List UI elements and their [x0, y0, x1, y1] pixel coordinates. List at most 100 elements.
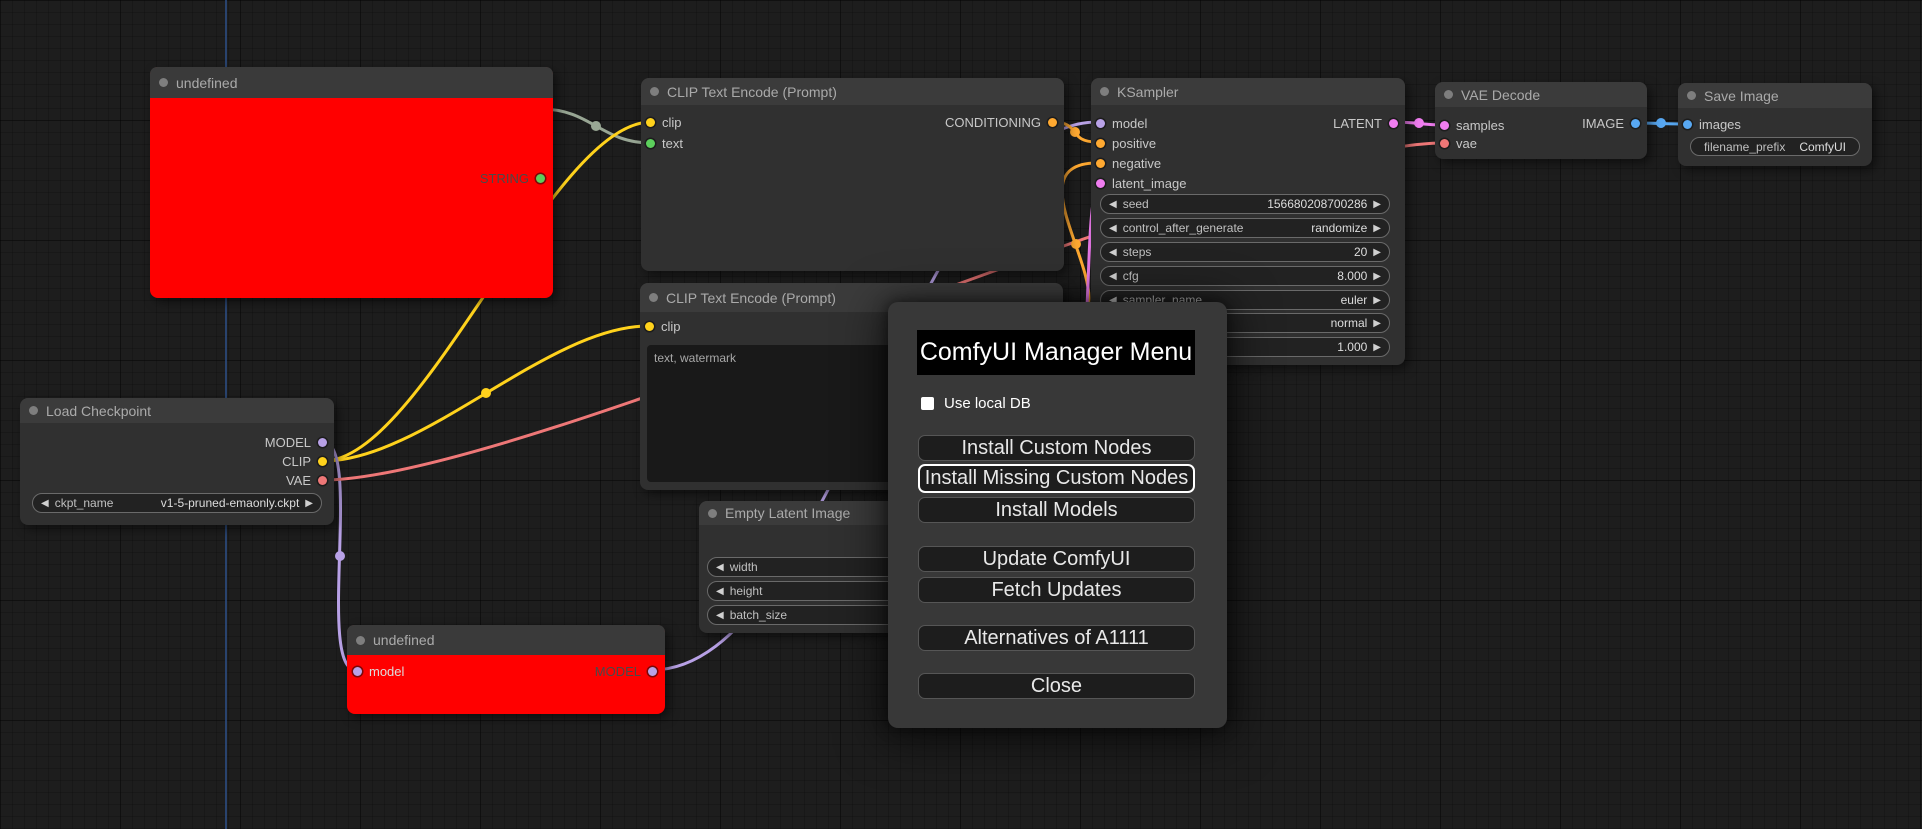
node-clip-text-encode-1[interactable]: CLIP Text Encode (Prompt) clip text COND… [641, 78, 1064, 271]
input-slot-model[interactable]: model [353, 662, 404, 680]
slot-dot-image[interactable] [1631, 118, 1640, 128]
output-slot-model[interactable]: MODEL [595, 662, 657, 680]
input-slot-text[interactable]: text [646, 134, 683, 152]
node-title-bar[interactable]: undefined [150, 67, 553, 98]
output-slot-image[interactable]: IMAGE [1582, 114, 1640, 132]
node-load-checkpoint[interactable]: Load Checkpoint MODEL CLIP VAE ◀ ckpt_na… [20, 398, 334, 525]
slot-dot-clip[interactable] [645, 321, 654, 331]
widget-value[interactable]: v1-5-pruned-emaonly.ckpt [161, 496, 300, 510]
decrement-arrow-icon[interactable]: ◀ [41, 498, 49, 509]
increment-arrow-icon[interactable]: ▶ [1373, 247, 1381, 258]
decrement-arrow-icon[interactable]: ◀ [1109, 223, 1117, 234]
input-slot-negative[interactable]: negative [1096, 154, 1161, 172]
output-slot-clip[interactable]: CLIP [282, 452, 327, 470]
node-undefined-top[interactable]: undefined STRING [150, 67, 553, 298]
collapse-dot-icon[interactable] [1444, 90, 1453, 99]
slot-dot-vae[interactable] [1440, 138, 1449, 148]
increment-arrow-icon[interactable]: ▶ [1373, 318, 1381, 329]
widget-seed[interactable]: ◀ seed 156680208700286 ▶ [1100, 194, 1390, 214]
input-slot-samples[interactable]: samples [1440, 116, 1504, 134]
slot-dot-string[interactable] [536, 173, 545, 183]
slot-dot-model[interactable] [318, 437, 327, 447]
input-slot-latent-image[interactable]: latent_image [1096, 174, 1186, 192]
node-title-bar[interactable]: Load Checkpoint [20, 398, 334, 423]
fetch-updates-button[interactable]: Fetch Updates [918, 577, 1195, 603]
collapse-dot-icon[interactable] [1100, 87, 1109, 96]
widget-steps[interactable]: ◀ steps 20 ▶ [1100, 242, 1390, 262]
decrement-arrow-icon[interactable]: ◀ [716, 610, 724, 621]
widget-batch-size[interactable]: ◀ batch_size [707, 605, 905, 625]
input-slot-clip[interactable]: clip [645, 317, 681, 335]
output-slot-vae[interactable]: VAE [286, 471, 327, 489]
widget-control-after-generate[interactable]: ◀ control_after_generate randomize ▶ [1100, 218, 1390, 238]
input-slot-model[interactable]: model [1096, 114, 1147, 132]
output-slot-model[interactable]: MODEL [265, 433, 327, 451]
collapse-dot-icon[interactable] [159, 78, 168, 87]
input-slot-positive[interactable]: positive [1096, 134, 1156, 152]
output-slot-latent[interactable]: LATENT [1333, 114, 1398, 132]
node-title-bar[interactable]: CLIP Text Encode (Prompt) [641, 78, 1064, 105]
decrement-arrow-icon[interactable]: ◀ [1109, 199, 1117, 210]
install-custom-nodes-button[interactable]: Install Custom Nodes [918, 435, 1195, 461]
alternatives-of-a1111-button[interactable]: Alternatives of A1111 [918, 625, 1195, 651]
slot-dot-clip[interactable] [318, 456, 327, 466]
widget-height[interactable]: ◀ height [707, 581, 905, 601]
output-slot-string[interactable]: STRING [480, 169, 545, 187]
decrement-arrow-icon[interactable]: ◀ [1109, 247, 1117, 258]
slot-dot-text[interactable] [646, 138, 655, 148]
widget-value[interactable]: randomize [1311, 221, 1367, 235]
slot-dot-model[interactable] [353, 666, 362, 676]
output-slot-conditioning[interactable]: CONDITIONING [945, 113, 1057, 131]
node-title-bar[interactable]: undefined [347, 625, 665, 655]
slot-dot-samples[interactable] [1440, 120, 1449, 130]
use-local-db-checkbox[interactable] [921, 397, 934, 410]
collapse-dot-icon[interactable] [708, 508, 717, 518]
increment-arrow-icon[interactable]: ▶ [1373, 199, 1381, 210]
slot-dot-conditioning[interactable] [1048, 117, 1057, 127]
comfyui-canvas[interactable]: undefined STRING CLIP Text Encode (Promp… [0, 0, 1922, 829]
node-vae-decode[interactable]: VAE Decode samples vae IMAGE [1435, 82, 1647, 159]
slot-dot-model-out[interactable] [648, 666, 657, 676]
increment-arrow-icon[interactable]: ▶ [1373, 223, 1381, 234]
install-missing-custom-nodes-button[interactable]: Install Missing Custom Nodes [918, 464, 1195, 493]
widget-filename-prefix[interactable]: filename_prefix ComfyUI [1690, 137, 1860, 156]
decrement-arrow-icon[interactable]: ◀ [1109, 271, 1117, 282]
slot-dot-vae[interactable] [318, 475, 327, 485]
install-models-button[interactable]: Install Models [918, 497, 1195, 523]
slot-dot-images[interactable] [1683, 119, 1692, 129]
slot-dot-model[interactable] [1096, 118, 1105, 128]
widget-cfg[interactable]: ◀ cfg 8.000 ▶ [1100, 266, 1390, 286]
input-slot-clip[interactable]: clip [646, 113, 682, 131]
widget-value[interactable]: 20 [1354, 245, 1367, 259]
node-title-bar[interactable]: Save Image [1678, 83, 1872, 108]
slot-dot-latent-image[interactable] [1096, 178, 1105, 188]
input-slot-images[interactable]: images [1683, 115, 1741, 133]
widget-value[interactable]: 8.000 [1337, 269, 1367, 283]
increment-arrow-icon[interactable]: ▶ [1373, 295, 1381, 306]
widget-width[interactable]: ◀ width [707, 557, 905, 577]
widget-value[interactable]: ComfyUI [1799, 140, 1846, 154]
update-comfyui-button[interactable]: Update ComfyUI [918, 546, 1195, 572]
widget-value[interactable]: 1.000 [1337, 340, 1367, 354]
increment-arrow-icon[interactable]: ▶ [305, 498, 313, 509]
input-slot-vae[interactable]: vae [1440, 134, 1477, 152]
increment-arrow-icon[interactable]: ▶ [1373, 342, 1381, 353]
collapse-dot-icon[interactable] [356, 635, 365, 645]
node-undefined-bottom[interactable]: undefined model MODEL [347, 625, 665, 714]
widget-ckpt-name[interactable]: ◀ ckpt_name v1-5-pruned-emaonly.ckpt ▶ [32, 493, 322, 513]
use-local-db-row[interactable]: Use local DB [921, 395, 1031, 412]
decrement-arrow-icon[interactable]: ◀ [716, 586, 724, 597]
collapse-dot-icon[interactable] [1687, 91, 1696, 100]
collapse-dot-icon[interactable] [29, 406, 38, 415]
widget-value[interactable]: 156680208700286 [1267, 197, 1367, 211]
node-save-image[interactable]: Save Image images filename_prefix ComfyU… [1678, 83, 1872, 166]
slot-dot-negative[interactable] [1096, 158, 1105, 168]
node-title-bar[interactable]: VAE Decode [1435, 82, 1647, 107]
close-button[interactable]: Close [918, 673, 1195, 699]
node-title-bar[interactable]: KSampler [1091, 78, 1405, 105]
widget-value[interactable]: euler [1341, 293, 1368, 307]
widget-value[interactable]: normal [1331, 316, 1368, 330]
increment-arrow-icon[interactable]: ▶ [1373, 271, 1381, 282]
decrement-arrow-icon[interactable]: ◀ [716, 562, 724, 573]
collapse-dot-icon[interactable] [650, 87, 659, 96]
